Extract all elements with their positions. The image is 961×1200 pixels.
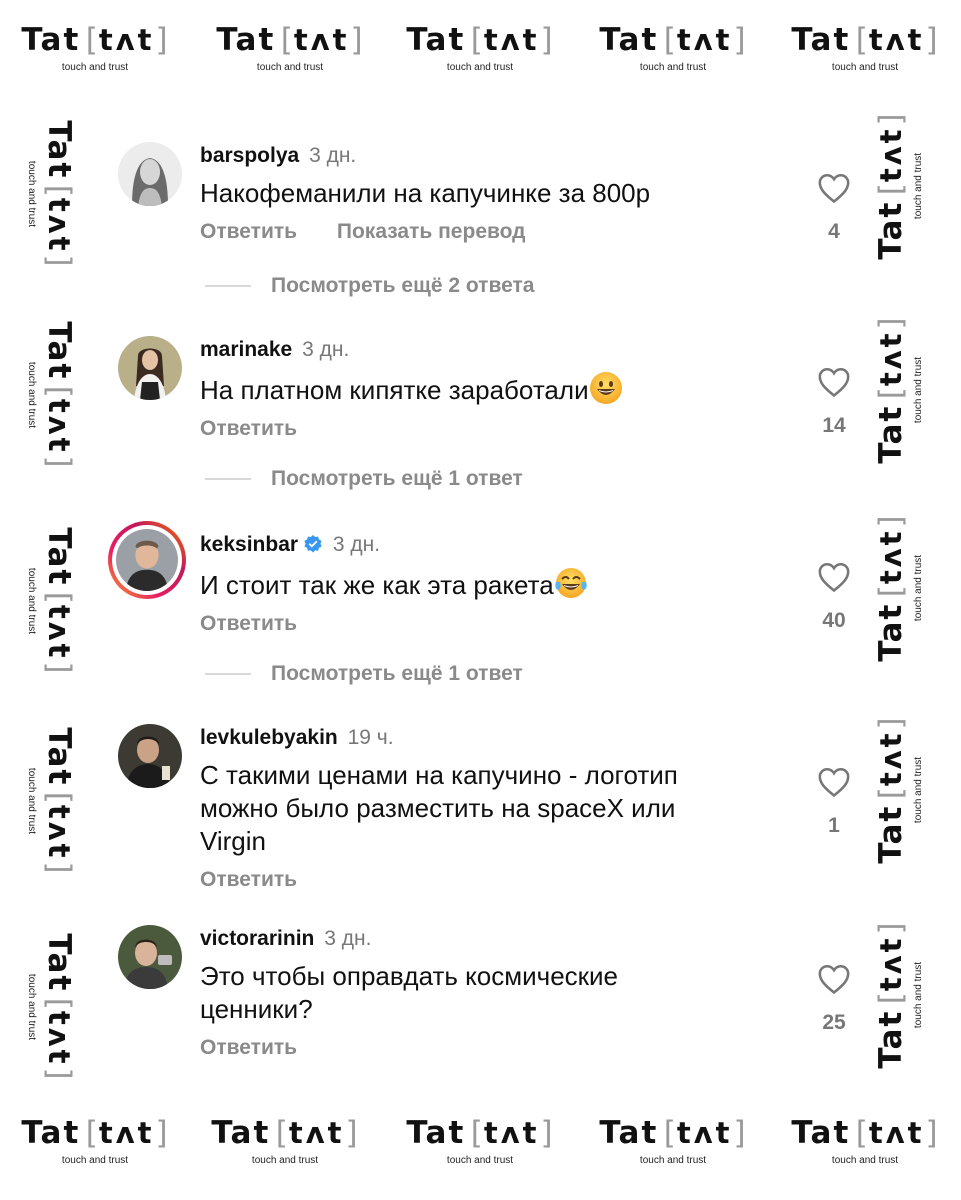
comment-text-line: Это чтобы оправдать космические	[200, 961, 619, 991]
view-more-replies[interactable]: Посмотреть ещё 2 ответа	[205, 274, 805, 298]
username[interactable]: barspolya	[200, 144, 299, 167]
reply-button[interactable]: Ответить	[200, 612, 297, 635]
divider	[205, 673, 251, 675]
view-more-replies[interactable]: Посмотреть ещё 1 ответ	[205, 467, 805, 491]
watermark-logo: Tat [tʌt] touch and trust	[791, 22, 938, 73]
view-more-replies[interactable]: Посмотреть ещё 1 ответ	[205, 662, 805, 686]
watermark-logo: Tat [tʌt] touch and trust	[26, 120, 77, 267]
comment-text-line: ценники?	[200, 994, 313, 1024]
watermark-logo: Tat [tʌt] touch and trust	[599, 1115, 746, 1166]
heart-outline-icon[interactable]	[817, 366, 851, 398]
watermark-logo: Tat [tʌt] touch and trust	[873, 717, 924, 864]
like-group: 14	[810, 366, 858, 438]
reply-button[interactable]: Ответить	[200, 220, 297, 243]
avatar-image	[118, 925, 182, 989]
show-translation-button[interactable]: Показать перевод	[337, 220, 526, 243]
username[interactable]: victorarinin	[200, 927, 314, 950]
comment-text-content: И стоит так же как эта ракета	[200, 570, 554, 600]
username[interactable]: marinake	[200, 338, 292, 361]
comment-header: victorarinin 3 дн.	[200, 925, 780, 953]
watermark-logo: Tat [tʌt] touch and trust	[21, 22, 168, 73]
reply-button[interactable]: Ответить	[200, 417, 297, 440]
avatar-story-ring[interactable]	[108, 521, 186, 599]
like-count: 25	[822, 1011, 846, 1034]
watermark-logo: Tat [tʌt] touch and trust	[406, 1115, 553, 1166]
watermark-logo: Tat [tʌt] touch and trust	[873, 515, 924, 662]
comment-actions: Ответить	[200, 868, 780, 892]
timestamp: 3 дн.	[309, 144, 357, 167]
heart-outline-icon[interactable]	[817, 172, 851, 204]
heart-outline-icon[interactable]	[817, 561, 851, 593]
timestamp: 3 дн.	[324, 927, 372, 950]
tears-of-joy-emoji-icon	[554, 566, 588, 600]
comment-text: Это чтобы оправдать космические ценники?	[200, 960, 780, 1026]
watermark-logo: Tat [tʌt] touch and trust	[873, 317, 924, 464]
avatar-image	[116, 529, 178, 591]
reply-button[interactable]: Ответить	[200, 1036, 297, 1059]
comment-text-line: С такими ценами на капучино - логотип	[200, 760, 678, 790]
comment-actions: Ответить	[200, 1036, 780, 1060]
verified-badge-icon	[304, 535, 322, 553]
heart-outline-icon[interactable]	[817, 766, 851, 798]
watermark-logo: Tat [tʌt] touch and trust	[26, 933, 77, 1080]
comment-text-content: На платном кипятке заработали	[200, 375, 589, 405]
comment-text-line: Virgin	[200, 826, 267, 856]
avatar[interactable]	[118, 142, 182, 206]
comment-text: Накофеманили на капучинке за 800р	[200, 178, 651, 208]
comment-header: marinake 3 дн.	[200, 336, 780, 364]
view-replies-label: Посмотреть ещё 1 ответ	[271, 467, 523, 490]
avatar[interactable]	[118, 724, 182, 788]
like-group: 4	[810, 172, 858, 244]
heart-outline-icon[interactable]	[817, 963, 851, 995]
comment-text-line: можно было разместить на spaceX или	[200, 793, 676, 823]
like-count: 14	[822, 414, 846, 437]
comment-header: barspolya 3 дн.	[200, 142, 780, 170]
view-replies-label: Посмотреть ещё 2 ответа	[271, 274, 535, 297]
comment-header: levkulebyakin 19 ч.	[200, 724, 780, 752]
avatar-image	[118, 142, 182, 206]
watermark-logo: Tat [tʌt] touch and trust	[873, 113, 924, 260]
like-count: 4	[828, 220, 840, 243]
avatar[interactable]	[118, 336, 182, 400]
avatar-image	[118, 724, 182, 788]
comment-text: С такими ценами на капучино - логотип мо…	[200, 759, 780, 858]
comment-header: keksinbar 3 дн.	[200, 531, 780, 559]
comment-text: И стоит так же как эта ракета	[200, 566, 780, 602]
comment-text: На платном кипятке заработали	[200, 371, 780, 407]
view-replies-label: Посмотреть ещё 1 ответ	[271, 662, 523, 685]
like-group: 1	[810, 766, 858, 838]
watermark-logo: Tat [tʌt] touch and trust	[26, 527, 77, 674]
like-group: 40	[810, 561, 858, 633]
username[interactable]: keksinbar	[200, 533, 298, 556]
reply-button[interactable]: Ответить	[200, 868, 297, 891]
watermark-logo: Tat [tʌt] touch and trust	[873, 922, 924, 1069]
timestamp: 19 ч.	[347, 726, 394, 749]
like-group: 25	[810, 963, 858, 1035]
avatar[interactable]	[118, 925, 182, 989]
avatar-image	[118, 336, 182, 400]
watermark-logo: Tat [tʌt] touch and trust	[216, 22, 363, 73]
comment-actions: Ответить Показать перевод	[200, 220, 780, 244]
divider	[205, 478, 251, 480]
like-count: 40	[822, 609, 846, 632]
comment-actions: Ответить	[200, 612, 780, 636]
watermark-logo: Tat [tʌt] touch and trust	[26, 321, 77, 468]
watermark-logo: Tat [tʌt] touch and trust	[26, 727, 77, 874]
timestamp: 3 дн.	[332, 533, 381, 556]
comment-actions: Ответить	[200, 417, 780, 441]
watermark-logo: Tat [tʌt] touch and trust	[406, 22, 553, 73]
timestamp: 3 дн.	[302, 338, 350, 361]
watermark-logo: Tat [tʌt] touch and trust	[211, 1115, 358, 1166]
username[interactable]: levkulebyakin	[200, 726, 338, 749]
watermark-logo: Tat [tʌt] touch and trust	[791, 1115, 938, 1166]
watermark-logo: Tat [tʌt] touch and trust	[21, 1115, 168, 1166]
watermark-logo: Tat [tʌt] touch and trust	[599, 22, 746, 73]
divider	[205, 285, 251, 287]
like-count: 1	[828, 814, 840, 837]
grinning-face-emoji-icon	[589, 371, 623, 405]
